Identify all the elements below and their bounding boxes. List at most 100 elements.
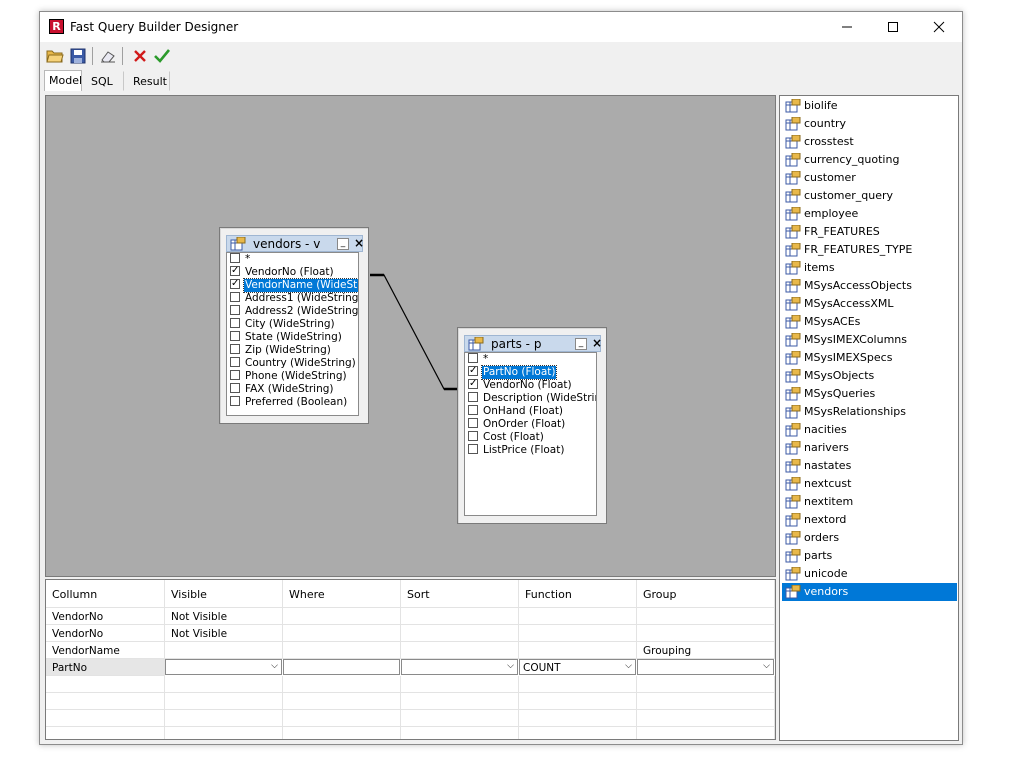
chevron-down-icon[interactable]: ⌵ <box>507 661 514 671</box>
field-item[interactable]: State (WideString) <box>227 331 358 344</box>
chevron-down-icon[interactable]: ⌵ <box>271 661 278 671</box>
grid-cell-function[interactable] <box>519 642 637 659</box>
table-close-button[interactable]: × <box>354 237 364 249</box>
tab-sql[interactable]: SQL <box>86 71 124 91</box>
grid-cell-where[interactable] <box>283 625 401 642</box>
chevron-down-icon[interactable]: ⌵ <box>763 661 770 671</box>
grid-row[interactable] <box>46 727 775 739</box>
field-checkbox[interactable] <box>230 344 240 354</box>
grid-cell-where[interactable] <box>283 693 401 710</box>
grid-cell-visible[interactable] <box>165 642 283 659</box>
grid-cell-sort[interactable] <box>401 710 519 727</box>
grid-cell-column[interactable]: VendorNo <box>46 608 165 625</box>
grid-row[interactable]: VendorNo Not Visible <box>46 608 775 625</box>
field-checkbox[interactable] <box>230 305 240 315</box>
maximize-button[interactable] <box>870 12 916 42</box>
grid-cell-column[interactable] <box>46 727 165 739</box>
grid-row[interactable]: PartNo ⌵ ⌵ COUNT ⌵ ⌵ <box>46 659 775 676</box>
table-list-item[interactable]: customer_query <box>782 187 957 205</box>
grid-cell-group[interactable] <box>637 608 775 625</box>
table-header-parts[interactable]: parts - p _ × <box>464 335 602 352</box>
save-button[interactable] <box>68 46 88 66</box>
table-list-item[interactable]: biolife <box>782 97 957 115</box>
field-checkbox[interactable] <box>230 357 240 367</box>
field-checkbox[interactable] <box>230 277 240 290</box>
grid-cell-sort[interactable] <box>401 676 519 693</box>
grid-cell-where[interactable] <box>283 676 401 693</box>
grid-cell-visible[interactable] <box>165 676 283 693</box>
grid-cell-column[interactable]: VendorName <box>46 642 165 659</box>
grid-cell-sort[interactable] <box>401 642 519 659</box>
ok-button[interactable] <box>152 46 172 66</box>
field-item[interactable]: PartNo (Float) <box>465 364 596 380</box>
close-button[interactable] <box>916 12 962 42</box>
grid-group-dropdown[interactable]: ⌵ <box>637 659 774 675</box>
grid-cell-sort[interactable] <box>401 693 519 710</box>
table-list-item[interactable]: items <box>782 259 957 277</box>
field-checkbox[interactable] <box>230 383 240 393</box>
table-list-item[interactable]: MSysRelationships <box>782 403 957 421</box>
field-checkbox[interactable] <box>230 370 240 380</box>
field-item[interactable]: VendorName (WideStrin <box>227 277 358 293</box>
grid-cell-visible[interactable]: Not Visible <box>165 625 283 642</box>
field-item[interactable]: VendorNo (Float) <box>465 377 596 392</box>
clear-button[interactable] <box>98 46 118 66</box>
table-list-item[interactable]: vendors <box>782 583 957 601</box>
field-checkbox[interactable] <box>468 431 478 441</box>
grid-cell-column[interactable] <box>46 710 165 727</box>
table-minimize-button[interactable]: _ <box>337 238 349 250</box>
grid-cell-function[interactable] <box>519 625 637 642</box>
table-list-item[interactable]: employee <box>782 205 957 223</box>
table-list-item[interactable]: nacities <box>782 421 957 439</box>
table-header-vendors[interactable]: vendors - v _ × <box>226 235 364 252</box>
field-checkbox[interactable] <box>468 418 478 428</box>
tab-model[interactable]: Model <box>44 70 82 91</box>
table-list-item[interactable]: nextord <box>782 511 957 529</box>
grid-cell-column[interactable] <box>46 693 165 710</box>
grid-cell-visible[interactable]: Not Visible <box>165 608 283 625</box>
grid-cell-function[interactable] <box>519 693 637 710</box>
field-item[interactable]: Cost (Float) <box>465 431 596 444</box>
grid-cell-sort[interactable] <box>401 727 519 739</box>
table-list-item[interactable]: crosstest <box>782 133 957 151</box>
table-close-button[interactable]: × <box>592 337 602 349</box>
grid-cell-where[interactable] <box>283 642 401 659</box>
field-item[interactable]: Address1 (WideString) <box>227 292 358 305</box>
grid-cell-sort[interactable] <box>401 608 519 625</box>
grid-function-dropdown[interactable]: COUNT ⌵ <box>519 659 636 675</box>
grid-row[interactable] <box>46 693 775 710</box>
table-list-item[interactable]: MSysACEs <box>782 313 957 331</box>
table-list-item[interactable]: nextitem <box>782 493 957 511</box>
field-checkbox[interactable] <box>230 331 240 341</box>
table-list-item[interactable]: FR_FEATURES_TYPE <box>782 241 957 259</box>
grid-cell-group[interactable]: Grouping <box>637 642 775 659</box>
field-item[interactable]: Zip (WideString) <box>227 344 358 357</box>
field-item[interactable]: * <box>227 253 358 266</box>
table-list-item[interactable]: narivers <box>782 439 957 457</box>
field-item[interactable]: VendorNo (Float) <box>227 264 358 279</box>
tab-result[interactable]: Result <box>128 71 170 91</box>
table-list-item[interactable]: country <box>782 115 957 133</box>
table-list-item[interactable]: customer <box>782 169 957 187</box>
grid-cell-where[interactable] <box>283 608 401 625</box>
field-checkbox[interactable] <box>468 364 478 377</box>
grid-cell-visible[interactable] <box>165 710 283 727</box>
field-checkbox[interactable] <box>468 405 478 415</box>
field-item[interactable]: OnOrder (Float) <box>465 418 596 431</box>
table-list-item[interactable]: MSysIMEXSpecs <box>782 349 957 367</box>
field-checkbox[interactable] <box>230 292 240 302</box>
grid-cell-column[interactable]: VendorNo <box>46 625 165 642</box>
table-list-item[interactable]: currency_quoting <box>782 151 957 169</box>
grid-cell-group[interactable] <box>637 625 775 642</box>
table-list-item[interactable]: MSysQueries <box>782 385 957 403</box>
open-button[interactable] <box>45 46 65 66</box>
field-item[interactable]: * <box>465 353 596 366</box>
grid-cell-column[interactable] <box>46 676 165 693</box>
grid-cell-visible[interactable] <box>165 693 283 710</box>
model-canvas[interactable]: vendors - v _ × *VendorNo (Float)VendorN… <box>45 95 776 577</box>
grid-visible-dropdown[interactable]: ⌵ <box>165 659 282 675</box>
grid-cell-group[interactable] <box>637 727 775 739</box>
table-list-item[interactable]: MSysAccessObjects <box>782 277 957 295</box>
field-checkbox[interactable] <box>230 396 240 406</box>
grid-cell-visible[interactable] <box>165 727 283 739</box>
